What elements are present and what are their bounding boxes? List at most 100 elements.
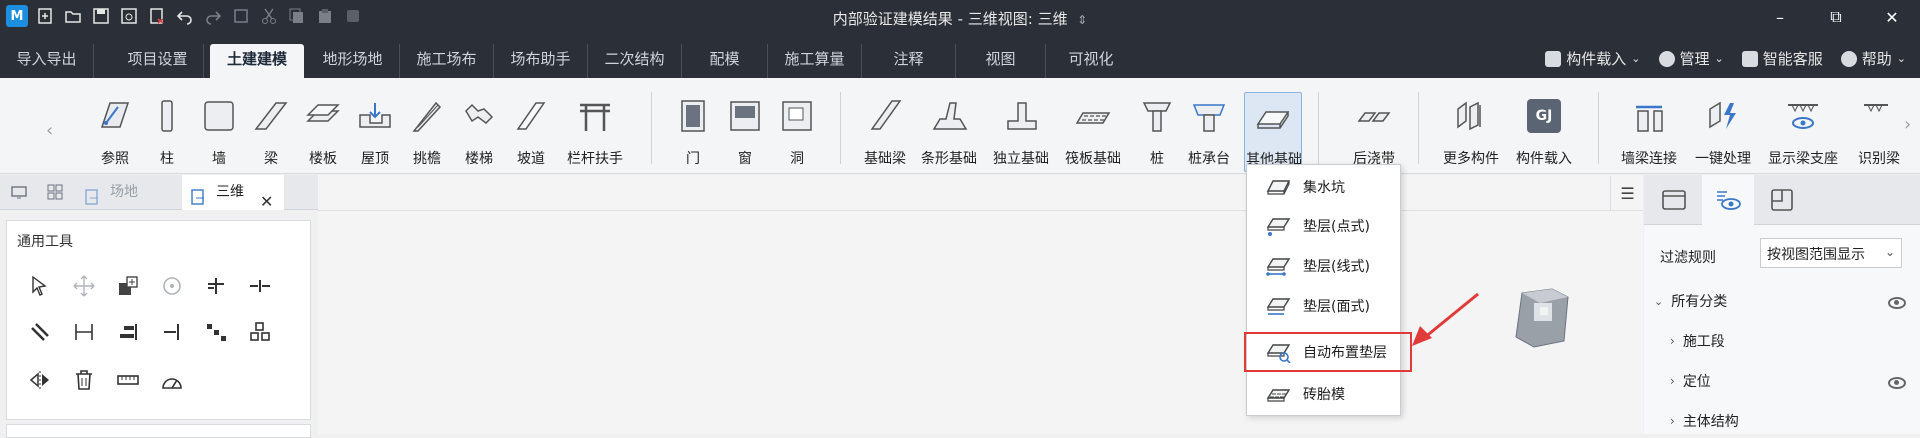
window-controls: – ⧉ ✕ bbox=[1752, 0, 1920, 34]
tab-civil-modeling[interactable]: 土建建模 bbox=[210, 44, 304, 78]
menu-item-cushion-point[interactable]: 垫层(点式) bbox=[1247, 207, 1402, 245]
move-icon[interactable] bbox=[69, 271, 99, 301]
ribbon-more-components-button[interactable]: 更多构件 bbox=[1442, 96, 1500, 170]
chevron-right-icon[interactable]: › bbox=[1670, 414, 1675, 428]
window-panel-icon bbox=[1662, 190, 1686, 210]
offset-icon[interactable] bbox=[25, 317, 55, 347]
copy-element-icon[interactable] bbox=[113, 271, 143, 301]
chevron-right-icon[interactable]: › bbox=[1670, 374, 1675, 388]
tab-layout-assistant[interactable]: 场布助手 bbox=[494, 44, 588, 78]
ribbon-recognize-beam-button[interactable]: 识别梁 bbox=[1850, 96, 1908, 170]
ribbon-opening-button[interactable]: 洞 bbox=[768, 96, 826, 170]
close-tab-icon[interactable]: ✕ bbox=[260, 184, 273, 219]
rp-tab-layout[interactable] bbox=[1756, 175, 1808, 225]
view-doc-icon bbox=[190, 184, 208, 205]
maximize-button[interactable]: ⧉ bbox=[1808, 0, 1864, 34]
ribbon-show-beam-support-button[interactable]: 显示梁支座 bbox=[1768, 96, 1838, 170]
group-icon[interactable] bbox=[245, 317, 275, 347]
ribbon-separator bbox=[1318, 92, 1319, 164]
close-window-button[interactable]: ✕ bbox=[1864, 0, 1920, 34]
tree-item-construction-section[interactable]: › 施工段 bbox=[1670, 331, 1725, 351]
tab-quantity[interactable]: 施工算量 bbox=[768, 44, 862, 78]
component-load-menu[interactable]: 构件载入 ⌄ bbox=[1545, 48, 1641, 69]
split-icon[interactable] bbox=[245, 271, 275, 301]
tree-item-positioning[interactable]: › 定位 bbox=[1670, 371, 1711, 391]
foundation-beam-icon bbox=[865, 96, 905, 136]
tab-terrain-site[interactable]: 地形场地 bbox=[306, 44, 400, 78]
tree-item-all-categories[interactable]: ⌄ 所有分类 bbox=[1654, 291, 1727, 311]
ribbon-raft-foundation-button[interactable]: 筏板基础 bbox=[1064, 96, 1122, 170]
tree-item-main-structure[interactable]: › 主体结构 bbox=[1670, 411, 1739, 431]
window-title: 内部验证建模结果 - 三维视图: 三维 ⇕ bbox=[832, 10, 1088, 28]
ribbon-ramp-label: 坡道 bbox=[517, 151, 545, 167]
ribbon-pile-cap-button[interactable]: 桩承台 bbox=[1180, 96, 1238, 170]
tab-project-settings[interactable]: 项目设置 bbox=[112, 44, 204, 78]
cushion-point-icon bbox=[1263, 215, 1293, 237]
component-load-gj-icon: GJ bbox=[1524, 96, 1564, 136]
tab-formwork[interactable]: 配模 bbox=[682, 44, 768, 78]
tab-import-export[interactable]: 导入导出 bbox=[0, 44, 94, 78]
ribbon-other-foundation-button[interactable]: 其他基础 bbox=[1244, 92, 1302, 172]
filter-rule-select[interactable]: 按视图范围显示 ⌄ bbox=[1760, 238, 1902, 268]
ribbon-scroll-left-icon[interactable]: ‹ bbox=[46, 120, 53, 141]
chevron-down-icon: ⌄ bbox=[1631, 52, 1641, 65]
ribbon-scroll-right-icon[interactable]: › bbox=[1904, 114, 1911, 135]
tree-item-label: 主体结构 bbox=[1682, 414, 1739, 430]
ribbon-ramp-button[interactable]: 坡道 bbox=[502, 96, 560, 170]
sump-pit-icon bbox=[1263, 176, 1293, 198]
menu-item-cushion-area[interactable]: 垫层(面式) bbox=[1247, 287, 1402, 325]
array-icon[interactable] bbox=[201, 317, 231, 347]
tab-view[interactable]: 视图 bbox=[956, 44, 1046, 78]
panel-dock-icon[interactable] bbox=[10, 183, 30, 203]
ribbon-railing-button[interactable]: 栏杆扶手 bbox=[566, 96, 624, 170]
component-load-icon bbox=[1545, 50, 1562, 67]
ribbon-strip-foundation-button[interactable]: 条形基础 bbox=[920, 96, 978, 170]
menu-item-auto-place-cushion-label: 自动布置垫层 bbox=[1303, 345, 1387, 361]
ribbon-one-click-process-button[interactable]: 一键处理 bbox=[1694, 96, 1752, 170]
eye-icon[interactable] bbox=[1888, 297, 1906, 309]
smart-service-menu[interactable]: 智能客服 bbox=[1741, 48, 1823, 69]
ribbon-wall-beam-connect-button[interactable]: 墙梁连接 bbox=[1620, 96, 1678, 170]
grid-view-icon[interactable] bbox=[46, 183, 66, 203]
tree-item-label: 所有分类 bbox=[1671, 294, 1728, 310]
tab-3d-view[interactable]: 三维 ✕ bbox=[182, 175, 284, 211]
select-cursor-icon[interactable] bbox=[25, 271, 55, 301]
rp-tab-properties[interactable] bbox=[1648, 175, 1700, 225]
manage-menu[interactable]: 管理 ⌄ bbox=[1658, 48, 1724, 69]
ribbon-post-pour-strip-button[interactable]: 后浇带 bbox=[1345, 96, 1403, 170]
chevron-down-icon[interactable]: ⌄ bbox=[1654, 295, 1663, 308]
menu-item-sump-pit[interactable]: 集水坑 bbox=[1247, 168, 1402, 206]
3d-foundation-object[interactable] bbox=[1512, 283, 1572, 353]
menu-item-cushion-line[interactable]: 垫层(线式) bbox=[1247, 247, 1402, 285]
rotate-icon[interactable] bbox=[157, 271, 187, 301]
trim-extend-icon[interactable] bbox=[201, 271, 231, 301]
tab-construction-layout[interactable]: 施工场布 bbox=[400, 44, 494, 78]
rp-tab-visibility[interactable] bbox=[1702, 175, 1754, 225]
chevron-right-icon[interactable]: › bbox=[1670, 334, 1675, 348]
menu-item-brick-form[interactable]: 砖胎模 bbox=[1247, 375, 1402, 413]
extend-icon[interactable] bbox=[157, 317, 187, 347]
mirror-icon[interactable] bbox=[25, 365, 55, 395]
align-icon[interactable] bbox=[69, 317, 99, 347]
tree-item-label: 定位 bbox=[1682, 374, 1711, 390]
ribbon-raft-foundation-label: 筏板基础 bbox=[1065, 151, 1121, 167]
ribbon-component-load-button[interactable]: GJ 构件载入 bbox=[1515, 96, 1573, 170]
tab-annotation[interactable]: 注释 bbox=[862, 44, 956, 78]
eye-icon[interactable] bbox=[1888, 377, 1906, 389]
tab-site-view[interactable]: 场地 bbox=[76, 175, 180, 210]
measure-ruler-icon[interactable] bbox=[113, 365, 143, 395]
tab-secondary-structure[interactable]: 二次结构 bbox=[588, 44, 682, 78]
tab-visualization[interactable]: 可视化 bbox=[1046, 44, 1136, 78]
align-right-icon[interactable] bbox=[113, 317, 143, 347]
delete-trash-icon[interactable] bbox=[69, 365, 99, 395]
ribbon-pile-cap-label: 桩承台 bbox=[1188, 151, 1230, 167]
measure-angle-icon[interactable] bbox=[157, 365, 187, 395]
other-foundation-icon bbox=[1253, 97, 1293, 137]
ribbon-foundation-beam-button[interactable]: 基础梁 bbox=[856, 96, 914, 170]
help-menu[interactable]: 帮助 ⌄ bbox=[1840, 48, 1906, 69]
view-menu-icon[interactable]: ☰ bbox=[1610, 176, 1644, 210]
strip-foundation-icon bbox=[929, 96, 969, 136]
minimize-button[interactable]: – bbox=[1752, 0, 1808, 34]
menu-item-auto-place-cushion[interactable]: 自动布置垫层 bbox=[1244, 332, 1412, 372]
ribbon-isolated-foundation-button[interactable]: 独立基础 bbox=[992, 96, 1050, 170]
